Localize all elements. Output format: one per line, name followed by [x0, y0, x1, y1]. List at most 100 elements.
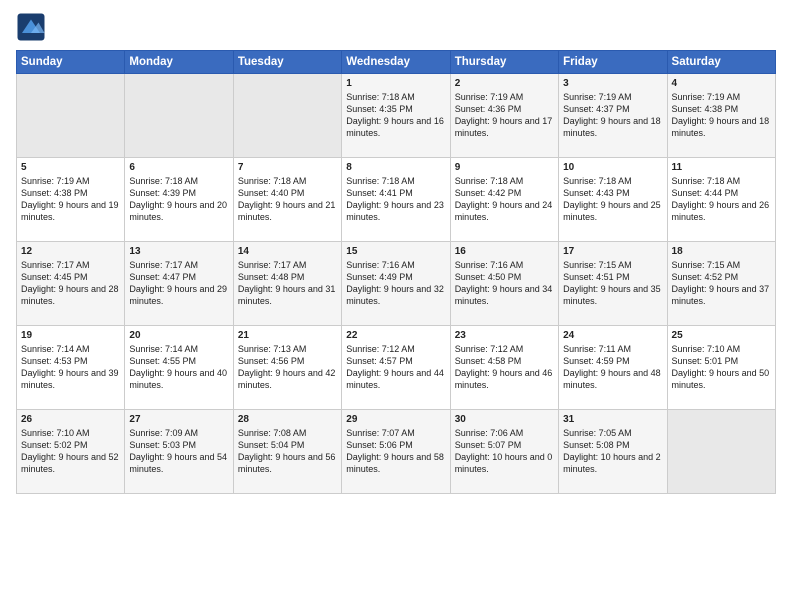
day-number: 8	[346, 162, 445, 173]
calendar-cell	[233, 74, 341, 158]
calendar-cell: 20 Sunrise: 7:14 AMSunset: 4:55 PMDayligh…	[125, 326, 233, 410]
day-number: 2	[455, 78, 554, 89]
day-number: 17	[563, 246, 662, 257]
day-headers-row: SundayMondayTuesdayWednesdayThursdayFrid…	[17, 51, 776, 74]
logo-icon	[16, 12, 46, 42]
day-header-sunday: Sunday	[17, 51, 125, 74]
calendar-cell: 25 Sunrise: 7:10 AMSunset: 5:01 PMDayligh…	[667, 326, 775, 410]
cell-info: Sunrise: 7:18 AMSunset: 4:41 PMDaylight:…	[346, 175, 445, 224]
cell-info: Sunrise: 7:10 AMSunset: 5:02 PMDaylight:…	[21, 427, 120, 476]
calendar-cell: 11Sunrise: 7:18 AMSunset: 4:44 PMDayligh…	[667, 158, 775, 242]
calendar-cell: 26Sunrise: 7:10 AMSunset: 5:02 PMDayligh…	[17, 410, 125, 494]
cell-info: Sunrise: 7:13 AMSunset: 4:56 PMDaylight:…	[238, 343, 337, 392]
cell-info: Sunrise: 7:08 AMSunset: 5:04 PMDaylight:…	[238, 427, 337, 476]
cell-info: Sunrise: 7:16 AMSunset: 4:49 PMDaylight:…	[346, 259, 445, 308]
day-number: 10	[563, 162, 662, 173]
day-number: 1	[346, 78, 445, 89]
week-row-3: 12 Sunrise: 7:17 AMSunset: 4:45 PMDayligh…	[17, 242, 776, 326]
cell-info: Sunrise: 7:17 AMSunset: 4:45 PMDaylight:…	[21, 259, 120, 308]
calendar-cell: 5 Sunrise: 7:19 AMSunset: 4:38 PMDaylight…	[17, 158, 125, 242]
calendar-cell: 8 Sunrise: 7:18 AMSunset: 4:41 PMDaylight…	[342, 158, 450, 242]
cell-info: Sunrise: 7:16 AMSunset: 4:50 PMDaylight:…	[455, 259, 554, 308]
calendar-cell: 3 Sunrise: 7:19 AMSunset: 4:37 PMDaylight…	[559, 74, 667, 158]
day-number: 19	[21, 330, 120, 341]
day-number: 6	[129, 162, 228, 173]
calendar-page: SundayMondayTuesdayWednesdayThursdayFrid…	[0, 0, 792, 612]
calendar-cell: 22 Sunrise: 7:12 AMSunset: 4:57 PMDayligh…	[342, 326, 450, 410]
calendar-cell: 7Sunrise: 7:18 AMSunset: 4:40 PMDaylight…	[233, 158, 341, 242]
week-row-1: 1 Sunrise: 7:18 AMSunset: 4:35 PMDaylight…	[17, 74, 776, 158]
calendar-cell: 16Sunrise: 7:16 AMSunset: 4:50 PMDayligh…	[450, 242, 558, 326]
day-number: 14	[238, 246, 337, 257]
day-number: 7	[238, 162, 337, 173]
day-header-thursday: Thursday	[450, 51, 558, 74]
cell-info: Sunrise: 7:15 AMSunset: 4:52 PMDaylight:…	[672, 259, 771, 308]
cell-info: Sunrise: 7:06 AMSunset: 5:07 PMDaylight:…	[455, 427, 554, 476]
day-number: 13	[129, 246, 228, 257]
cell-info: Sunrise: 7:19 AMSunset: 4:37 PMDaylight:…	[563, 91, 662, 140]
cell-info: Sunrise: 7:09 AMSunset: 5:03 PMDaylight:…	[129, 427, 228, 476]
day-number: 29	[346, 414, 445, 425]
cell-info: Sunrise: 7:10 AMSunset: 5:01 PMDaylight:…	[672, 343, 771, 392]
week-row-2: 5 Sunrise: 7:19 AMSunset: 4:38 PMDaylight…	[17, 158, 776, 242]
day-number: 31	[563, 414, 662, 425]
day-number: 27	[129, 414, 228, 425]
day-header-friday: Friday	[559, 51, 667, 74]
week-row-4: 19 Sunrise: 7:14 AMSunset: 4:53 PMDayligh…	[17, 326, 776, 410]
cell-info: Sunrise: 7:18 AMSunset: 4:35 PMDaylight:…	[346, 91, 445, 140]
calendar-cell: 23 Sunrise: 7:12 AMSunset: 4:58 PMDayligh…	[450, 326, 558, 410]
calendar-cell	[667, 410, 775, 494]
calendar-cell: 14 Sunrise: 7:17 AMSunset: 4:48 PMDayligh…	[233, 242, 341, 326]
day-number: 23	[455, 330, 554, 341]
calendar-cell: 30 Sunrise: 7:06 AMSunset: 5:07 PMDayligh…	[450, 410, 558, 494]
cell-info: Sunrise: 7:05 AMSunset: 5:08 PMDaylight:…	[563, 427, 662, 476]
cell-info: Sunrise: 7:14 AMSunset: 4:53 PMDaylight:…	[21, 343, 120, 392]
day-header-wednesday: Wednesday	[342, 51, 450, 74]
day-header-saturday: Saturday	[667, 51, 775, 74]
cell-info: Sunrise: 7:17 AMSunset: 4:48 PMDaylight:…	[238, 259, 337, 308]
cell-info: Sunrise: 7:18 AMSunset: 4:43 PMDaylight:…	[563, 175, 662, 224]
calendar-cell: 4 Sunrise: 7:19 AMSunset: 4:38 PMDaylight…	[667, 74, 775, 158]
day-number: 25	[672, 330, 771, 341]
cell-info: Sunrise: 7:11 AMSunset: 4:59 PMDaylight:…	[563, 343, 662, 392]
calendar-cell: 17 Sunrise: 7:15 AMSunset: 4:51 PMDayligh…	[559, 242, 667, 326]
cell-info: Sunrise: 7:14 AMSunset: 4:55 PMDaylight:…	[129, 343, 228, 392]
cell-info: Sunrise: 7:19 AMSunset: 4:38 PMDaylight:…	[21, 175, 120, 224]
day-number: 9	[455, 162, 554, 173]
day-header-tuesday: Tuesday	[233, 51, 341, 74]
day-number: 12	[21, 246, 120, 257]
calendar-cell: 18 Sunrise: 7:15 AMSunset: 4:52 PMDayligh…	[667, 242, 775, 326]
calendar-cell: 13 Sunrise: 7:17 AMSunset: 4:47 PMDayligh…	[125, 242, 233, 326]
calendar-cell: 1 Sunrise: 7:18 AMSunset: 4:35 PMDaylight…	[342, 74, 450, 158]
cell-info: Sunrise: 7:19 AMSunset: 4:36 PMDaylight:…	[455, 91, 554, 140]
day-number: 4	[672, 78, 771, 89]
cell-info: Sunrise: 7:19 AMSunset: 4:38 PMDaylight:…	[672, 91, 771, 140]
cell-info: Sunrise: 7:15 AMSunset: 4:51 PMDaylight:…	[563, 259, 662, 308]
day-number: 5	[21, 162, 120, 173]
calendar-cell	[17, 74, 125, 158]
cell-info: Sunrise: 7:18 AMSunset: 4:39 PMDaylight:…	[129, 175, 228, 224]
day-number: 3	[563, 78, 662, 89]
calendar-cell: 31 Sunrise: 7:05 AMSunset: 5:08 PMDayligh…	[559, 410, 667, 494]
day-number: 24	[563, 330, 662, 341]
cell-info: Sunrise: 7:12 AMSunset: 4:57 PMDaylight:…	[346, 343, 445, 392]
day-number: 20	[129, 330, 228, 341]
day-number: 22	[346, 330, 445, 341]
header	[16, 12, 776, 42]
calendar-cell: 15 Sunrise: 7:16 AMSunset: 4:49 PMDayligh…	[342, 242, 450, 326]
day-number: 30	[455, 414, 554, 425]
day-number: 11	[672, 162, 771, 173]
cell-info: Sunrise: 7:07 AMSunset: 5:06 PMDaylight:…	[346, 427, 445, 476]
cell-info: Sunrise: 7:17 AMSunset: 4:47 PMDaylight:…	[129, 259, 228, 308]
day-number: 15	[346, 246, 445, 257]
calendar-cell: 2 Sunrise: 7:19 AMSunset: 4:36 PMDaylight…	[450, 74, 558, 158]
calendar-cell: 28Sunrise: 7:08 AMSunset: 5:04 PMDayligh…	[233, 410, 341, 494]
cell-info: Sunrise: 7:12 AMSunset: 4:58 PMDaylight:…	[455, 343, 554, 392]
day-number: 21	[238, 330, 337, 341]
calendar-cell: 6 Sunrise: 7:18 AMSunset: 4:39 PMDaylight…	[125, 158, 233, 242]
calendar-cell	[125, 74, 233, 158]
calendar-cell: 21 Sunrise: 7:13 AMSunset: 4:56 PMDayligh…	[233, 326, 341, 410]
logo	[16, 12, 50, 42]
day-number: 18	[672, 246, 771, 257]
calendar-cell: 12 Sunrise: 7:17 AMSunset: 4:45 PMDayligh…	[17, 242, 125, 326]
